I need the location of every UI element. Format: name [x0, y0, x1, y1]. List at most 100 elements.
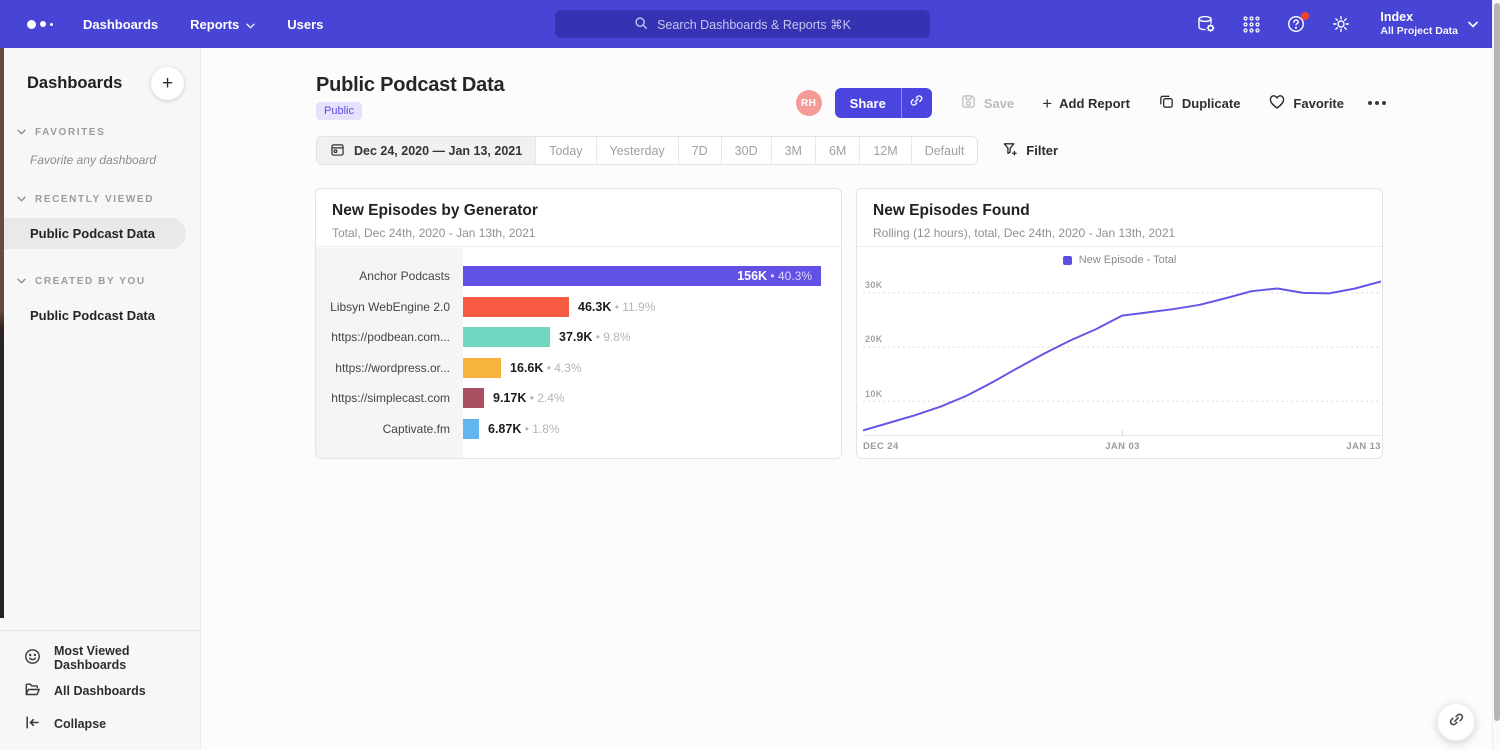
preset-default[interactable]: Default — [911, 137, 978, 164]
card-subtitle: Rolling (12 hours), total, Dec 24th, 202… — [873, 226, 1366, 240]
preset-6m[interactable]: 6M — [815, 137, 859, 164]
nav-item-dashboards[interactable]: Dashboards — [83, 17, 158, 32]
search-input[interactable]: Search Dashboards & Reports ⌘K — [555, 10, 930, 38]
bar[interactable] — [463, 419, 479, 439]
header-actions: RH Share Save + Add Report Duplicate — [796, 88, 1386, 118]
bar[interactable]: 156K • 40.3% — [463, 266, 821, 286]
search-placeholder: Search Dashboards & Reports ⌘K — [657, 17, 851, 32]
card-new-episodes-found: New Episodes Found Rolling (12 hours), t… — [856, 188, 1383, 459]
help-icon[interactable] — [1286, 14, 1306, 34]
sidebar-item[interactable]: Public Podcast Data — [0, 218, 186, 249]
nav-item-reports[interactable]: Reports — [190, 17, 255, 32]
chevron-down-icon — [17, 194, 26, 205]
save-icon — [960, 93, 977, 113]
duplicate-icon — [1158, 93, 1175, 113]
favorite-button[interactable]: Favorite — [1268, 93, 1344, 113]
preset-today[interactable]: Today — [535, 137, 595, 164]
x-axis-labels: DEC 24 JAN 03 JAN 13 — [863, 441, 1381, 452]
bar-row: Captivate.fm6.87K • 1.8% — [316, 414, 841, 445]
preset-30d[interactable]: 30D — [721, 137, 771, 164]
search-icon — [634, 16, 648, 33]
bar-label: Libsyn WebEngine 2.0 — [316, 300, 463, 314]
save-button[interactable]: Save — [960, 93, 1014, 113]
bar-percent: 1.8% — [532, 422, 559, 436]
data-source-icon[interactable] — [1196, 14, 1216, 34]
plus-icon: + — [1042, 95, 1052, 112]
bar-row: https://wordpress.or...16.6K • 4.3% — [316, 353, 841, 384]
sidebar-section-header[interactable]: RECENTLY VIEWED — [0, 194, 200, 205]
line-plot[interactable]: 10K20K30K — [863, 272, 1381, 436]
project-selector[interactable]: Index All Project Data — [1380, 10, 1478, 38]
date-presets: TodayYesterday7D30D3M6M12MDefault — [535, 137, 977, 164]
bar-value: 16.6K — [510, 361, 543, 375]
floating-share-link-button[interactable] — [1437, 703, 1475, 741]
nav-item-users[interactable]: Users — [287, 17, 323, 32]
sidebar-section-header[interactable]: FAVORITES — [0, 127, 200, 138]
preset-12m[interactable]: 12M — [859, 137, 910, 164]
sidebar-section-header[interactable]: CREATED BY YOU — [0, 276, 200, 287]
bar-percent: 11.9% — [622, 300, 655, 314]
collapse-button[interactable]: Collapse — [0, 707, 200, 740]
x-axis-label: JAN 13 — [1346, 441, 1381, 452]
share-button-group: Share — [835, 88, 932, 118]
link-icon — [1448, 711, 1465, 733]
card-title: New Episodes by Generator — [332, 202, 825, 220]
x-axis-label: DEC 24 — [863, 441, 899, 452]
project-name: Index — [1380, 10, 1458, 25]
share-button[interactable]: Share — [835, 88, 902, 118]
main-content: Public Podcast Data Public RH Share Save… — [202, 48, 1492, 750]
most-viewed-dashboards-button[interactable]: Most Viewed Dashboards — [0, 641, 200, 674]
preset-7d[interactable]: 7D — [678, 137, 721, 164]
avatar[interactable]: RH — [796, 90, 822, 116]
bar-row: https://podbean.com...37.9K • 9.8% — [316, 322, 841, 353]
date-range-button[interactable]: Dec 24, 2020 — Jan 13, 2021 — [317, 137, 535, 164]
bar[interactable] — [463, 327, 550, 347]
bar[interactable] — [463, 358, 501, 378]
scrollbar-thumb[interactable] — [1494, 3, 1500, 721]
card-subtitle: Total, Dec 24th, 2020 - Jan 13th, 2021 — [332, 226, 825, 240]
filter-button[interactable]: Filter — [1002, 141, 1058, 160]
bar-percent: 9.8% — [603, 330, 630, 344]
bar-percent: 4.3% — [554, 361, 581, 375]
top-navbar: Dashboards Reports Users Search Dashboards… — [0, 0, 1492, 48]
duplicate-button[interactable]: Duplicate — [1158, 93, 1241, 113]
x-axis-label: JAN 03 — [1105, 441, 1140, 452]
all-dashboards-button[interactable]: All Dashboards — [0, 674, 200, 707]
bar-label: Captivate.fm — [316, 422, 463, 436]
sidebar-footer: Most Viewed DashboardsAll DashboardsColl… — [0, 630, 200, 750]
navbar-right: Index All Project Data — [1196, 0, 1478, 48]
more-options-button[interactable] — [1368, 101, 1386, 105]
legend-label: New Episode - Total — [1079, 254, 1177, 266]
bar-value: 6.87K — [488, 422, 521, 436]
bar-value: 156K — [737, 269, 767, 283]
preset-yesterday[interactable]: Yesterday — [596, 137, 678, 164]
sidebar: Dashboards + FAVORITESFavorite any dashb… — [0, 48, 201, 750]
card-title: New Episodes Found — [873, 202, 1366, 220]
sidebar-empty-hint: Favorite any dashboard — [30, 153, 200, 167]
background-window-sliver — [0, 48, 4, 618]
gear-icon[interactable] — [1331, 14, 1351, 34]
bar-label: https://wordpress.or... — [316, 361, 463, 375]
chevron-down-icon — [246, 17, 255, 32]
date-toolbar: Dec 24, 2020 — Jan 13, 2021 TodayYesterd… — [316, 136, 1058, 165]
add-report-button[interactable]: + Add Report — [1042, 95, 1130, 112]
chart-legend: New Episode - Total — [857, 248, 1382, 272]
bar[interactable] — [463, 388, 484, 408]
bar-label: https://simplecast.com — [316, 391, 463, 405]
project-scope: All Project Data — [1380, 25, 1458, 38]
date-range-box: Dec 24, 2020 — Jan 13, 2021 TodayYesterd… — [316, 136, 978, 165]
bar[interactable] — [463, 297, 569, 317]
preset-3m[interactable]: 3M — [771, 137, 815, 164]
page-title: Public Podcast Data — [316, 74, 504, 97]
bar-value: 9.17K — [493, 391, 526, 405]
add-dashboard-button[interactable]: + — [151, 67, 184, 100]
bar-label: https://podbean.com... — [316, 330, 463, 344]
bar-value: 37.9K — [559, 330, 592, 344]
brand-logo[interactable] — [27, 20, 53, 29]
apps-grid-icon[interactable] — [1241, 14, 1261, 34]
chevron-down-icon — [17, 127, 26, 138]
bar-label: Anchor Podcasts — [316, 269, 463, 283]
share-link-button[interactable] — [902, 88, 932, 118]
sidebar-item[interactable]: Public Podcast Data — [0, 300, 200, 331]
line-chart-svg — [863, 272, 1381, 435]
